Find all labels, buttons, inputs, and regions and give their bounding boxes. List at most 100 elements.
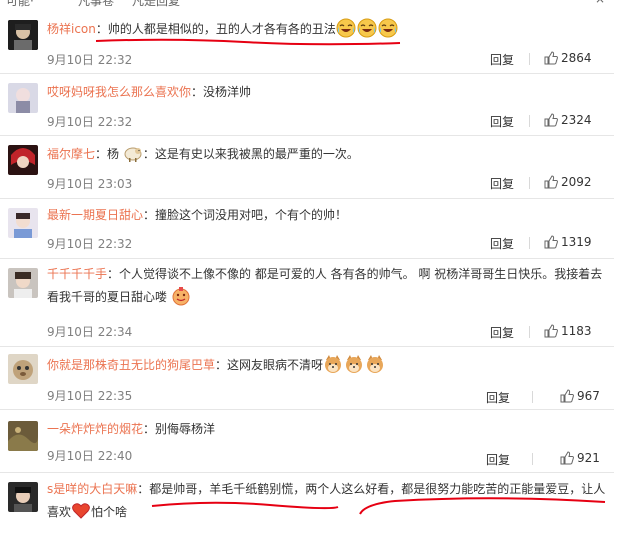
divider (529, 115, 530, 127)
comment-text: 最新一期夏日甜心：撞脸这个词没用对吧，个有个的帅！ (47, 204, 610, 227)
comment-date: 9月10日 22:34 (47, 325, 133, 339)
like-count: 2324 (561, 113, 592, 127)
reply-button[interactable]: 回复 (486, 389, 510, 406)
avatar[interactable] (8, 83, 38, 113)
comment-username[interactable]: 一朵炸炸炸的烟花 (47, 422, 143, 436)
comment-username[interactable]: s是咩的大白天嘛 (47, 482, 137, 496)
thumbs-up-icon (544, 175, 558, 189)
like-button[interactable]: 2324 (544, 113, 592, 127)
divider (532, 453, 533, 465)
reply-button[interactable]: 回复 (490, 51, 514, 68)
weibo-comment-list: 可能· 凡事卷 凡是回复 × 杨祥icon：帅的人都是相似的，丑的人才各有各的丑… (0, 0, 628, 535)
like-button[interactable]: 921 (560, 451, 600, 465)
avatar[interactable] (8, 421, 38, 451)
like-count: 1319 (561, 235, 592, 249)
comment-body: ：别侮辱杨洋 (143, 422, 216, 436)
shiba-dog-emoji (344, 354, 364, 374)
comment-date: 9月10日 23:03 (47, 177, 133, 191)
avatar[interactable] (8, 482, 38, 512)
comment-text: 哎呀妈呀我怎么那么喜欢你：没杨洋帅 (47, 81, 610, 104)
comment-body: ：没杨洋帅 (191, 85, 252, 99)
thumbs-up-icon (544, 235, 558, 249)
divider (529, 177, 530, 189)
comment-username[interactable]: 哎呀妈呀我怎么那么喜欢你 (47, 85, 191, 99)
divider (529, 326, 530, 338)
comment-text: 千千千千手：个人觉得谈不上像不像的 都是可爱的人 各有各的帅气。 啊 祝杨洋哥哥… (47, 263, 610, 309)
divider (529, 53, 530, 65)
avatar-image (8, 482, 38, 512)
heart-emoji (71, 501, 91, 521)
comment-item: 福尔摩七：杨 ：这是有史以来我被黑的最严重的一次。 9月10日 23:03 回复… (0, 135, 614, 199)
comment-item: 千千千千手：个人觉得谈不上像不像的 都是可爱的人 各有各的帅气。 啊 祝杨洋哥哥… (0, 258, 614, 347)
comment-text: 你就是那株奇丑无比的狗尾巴草：这网友眼病不清呀 (47, 354, 610, 377)
reply-button[interactable]: 回复 (486, 451, 510, 468)
avatar[interactable] (8, 145, 38, 175)
comment-body-pre: ：杨 (95, 147, 120, 161)
thumbs-up-icon (560, 389, 574, 403)
comment-body: ：个人觉得谈不上像不像的 都是可爱的人 各有各的帅气。 啊 祝杨洋哥哥生日快乐。… (47, 267, 603, 304)
thumbs-up-icon (544, 51, 558, 65)
avatar[interactable] (8, 208, 38, 238)
avatar-image (8, 354, 38, 384)
comment-text: 杨祥icon：帅的人都是相似的，丑的人才各有各的丑法 (47, 18, 610, 41)
comment-username[interactable]: 千千千千手 (47, 267, 107, 281)
shiba-dog-emoji (323, 354, 343, 374)
avatar[interactable] (8, 354, 38, 384)
like-count: 1183 (561, 324, 592, 338)
like-button[interactable]: 2864 (544, 51, 592, 65)
avatar[interactable] (8, 268, 38, 298)
comment-item: s是咩的大白天嘛：都是帅哥，羊毛千纸鹤别慌，两个人这么好看，都是很努力能吃苦的正… (0, 472, 614, 535)
comment-username[interactable]: 你就是那株奇丑无比的狗尾巴草 (47, 358, 215, 372)
like-count: 921 (577, 451, 600, 465)
laugh-cry-emoji (336, 18, 356, 38)
comment-text: 一朵炸炸炸的烟花：别侮辱杨洋 (47, 418, 610, 441)
comment-body: ：这是有史以来我被黑的最严重的一次。 (142, 147, 359, 161)
laugh-cry-emoji (378, 18, 398, 38)
reply-button[interactable]: 回复 (490, 175, 514, 192)
avatar[interactable] (8, 20, 38, 50)
comment-body: ：帅的人都是相似的，丑的人才各有各的丑法 (95, 22, 336, 36)
like-button[interactable]: 1319 (544, 235, 592, 249)
avatar-image (8, 145, 38, 175)
comment-body: ：撞脸这个词没用对吧，个有个的帅！ (143, 208, 348, 222)
comment-item: 杨祥icon：帅的人都是相似的，丑的人才各有各的丑法 9月10日 22:32 回… (0, 0, 614, 74)
like-button[interactable]: 2092 (544, 175, 592, 189)
comment-item: 一朵炸炸炸的烟花：别侮辱杨洋 9月10日 22:40 回复 921 (0, 409, 614, 473)
divider (532, 391, 533, 403)
reply-button[interactable]: 回复 (490, 235, 514, 252)
comment-username[interactable]: 最新一期夏日甜心 (47, 208, 143, 222)
like-count: 2864 (561, 51, 592, 65)
comment-date: 9月10日 22:32 (47, 53, 133, 67)
comment-body: ：这网友眼病不清呀 (215, 358, 324, 372)
avatar-image (8, 20, 38, 50)
like-count: 967 (577, 389, 600, 403)
divider (529, 237, 530, 249)
cake-emoji (171, 286, 191, 306)
like-button[interactable]: 967 (560, 389, 600, 403)
laugh-cry-emoji (357, 18, 377, 38)
like-button[interactable]: 1183 (544, 324, 592, 338)
comment-date: 9月10日 22:32 (47, 115, 133, 129)
comment-date: 9月10日 22:32 (47, 237, 133, 251)
reply-button[interactable]: 回复 (490, 113, 514, 130)
comment-body-post: 怕个啥 (91, 505, 128, 519)
comment-username[interactable]: 杨祥icon (47, 22, 96, 36)
like-count: 2092 (561, 175, 592, 189)
comment-text: 福尔摩七：杨 ：这是有史以来我被黑的最严重的一次。 (47, 143, 610, 166)
thumbs-up-icon (560, 451, 574, 465)
avatar-image (8, 208, 38, 238)
reply-button[interactable]: 回复 (490, 324, 514, 341)
comment-item: 你就是那株奇丑无比的狗尾巴草：这网友眼病不清呀 9月10日 22:35 回复 9… (0, 346, 614, 410)
avatar-image (8, 421, 38, 451)
shiba-dog-emoji (365, 354, 385, 374)
comment-item: 哎呀妈呀我怎么那么喜欢你：没杨洋帅 9月10日 22:32 回复 2324 (0, 73, 614, 136)
comment-date: 9月10日 22:35 (47, 389, 133, 403)
avatar-image (8, 83, 38, 113)
comment-date: 9月10日 22:40 (47, 449, 133, 463)
sheep-emoji (123, 143, 143, 163)
comment-item: 最新一期夏日甜心：撞脸这个词没用对吧，个有个的帅！ 9月10日 22:32 回复… (0, 198, 614, 259)
comment-text: s是咩的大白天嘛：都是帅哥，羊毛千纸鹤别慌，两个人这么好看，都是很努力能吃苦的正… (47, 478, 610, 524)
comment-username[interactable]: 福尔摩七 (47, 147, 95, 161)
avatar-image (8, 268, 38, 298)
thumbs-up-icon (544, 324, 558, 338)
